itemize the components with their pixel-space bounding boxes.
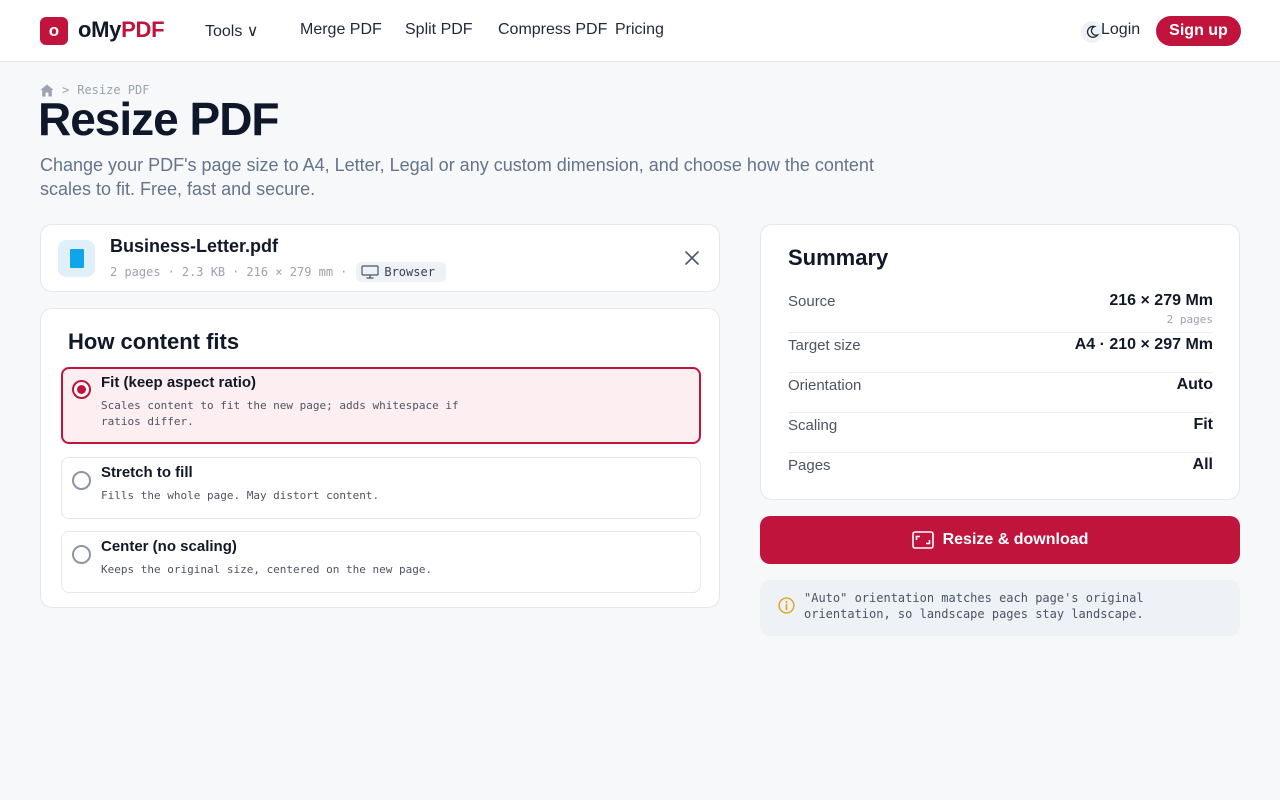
- resize-download-button[interactable]: Resize & download: [760, 516, 1240, 564]
- moon-icon: [1086, 25, 1099, 38]
- meta-dot: ·: [167, 265, 175, 279]
- summary-value: Auto: [1176, 376, 1213, 393]
- fit-options-title: How content fits: [68, 329, 240, 354]
- file-location-badge: Browser: [356, 262, 446, 282]
- top-nav-bar: o oMyPDF Tools ∨ Merge PDF Split PDF Com…: [0, 0, 1280, 62]
- document-icon: [58, 240, 95, 277]
- file-dimensions: 216 × 279 mm: [246, 265, 334, 279]
- summary-row-orientation: Orientation Auto: [788, 376, 1213, 413]
- option-description: Fills the whole page. May distort conten…: [101, 489, 380, 502]
- resize-icon: [911, 531, 934, 549]
- nav-pricing[interactable]: Pricing: [615, 21, 664, 39]
- summary-card: Summary Source 216 × 279 Mm 2 pages Targ…: [760, 224, 1240, 500]
- summary-label: Target size: [788, 337, 861, 354]
- file-size: 2.3 KB: [181, 265, 226, 279]
- radio-selected[interactable]: [72, 380, 91, 399]
- summary-value: 216 × 279 Mm: [1109, 292, 1213, 309]
- summary-label: Source: [788, 293, 836, 310]
- option-description: Keeps the original size, centered on the…: [101, 563, 433, 576]
- file-name: Business-Letter.pdf: [110, 236, 279, 256]
- logo-wordmark[interactable]: oMyPDF: [78, 17, 165, 43]
- monitor-icon: [361, 265, 379, 279]
- login-link[interactable]: Login: [1101, 21, 1140, 39]
- close-icon[interactable]: [684, 250, 700, 266]
- summary-row-target: Target size A4 · 210 × 297 Mm: [788, 336, 1213, 373]
- nav-split-pdf[interactable]: Split PDF: [405, 21, 473, 39]
- radio-unselected[interactable]: [72, 545, 91, 564]
- summary-label: Scaling: [788, 417, 838, 434]
- signup-button[interactable]: Sign up: [1156, 16, 1241, 46]
- fit-option-center[interactable]: Center (no scaling) Keeps the original s…: [61, 531, 701, 593]
- option-label: Center (no scaling): [101, 538, 237, 555]
- nav-compress-pdf[interactable]: Compress PDF: [498, 21, 607, 39]
- summary-row-source: Source 216 × 279 Mm 2 pages: [788, 292, 1213, 333]
- uploaded-file-card: Business-Letter.pdf 2 pages · 2.3 KB · 2…: [40, 224, 720, 292]
- summary-row-pages: Pages All: [788, 456, 1213, 481]
- meta-dot: ·: [232, 265, 240, 279]
- nav-merge-pdf[interactable]: Merge PDF: [300, 21, 382, 39]
- resize-download-label: Resize & download: [942, 531, 1089, 548]
- radio-unselected[interactable]: [72, 471, 91, 490]
- logo-icon[interactable]: o: [40, 17, 68, 45]
- page-title: Resize PDF: [38, 93, 280, 145]
- summary-value: Fit: [1193, 416, 1213, 433]
- orientation-info-note: "Auto" orientation matches each page's o…: [760, 580, 1240, 636]
- file-location-label: Browser: [384, 265, 435, 279]
- file-pages: 2 pages: [110, 265, 161, 279]
- fit-option-stretch[interactable]: Stretch to fill Fills the whole page. Ma…: [61, 457, 701, 519]
- meta-dot: ·: [340, 265, 348, 279]
- fit-options-card: How content fits Fit (keep aspect ratio)…: [40, 308, 720, 608]
- summary-row-scaling: Scaling Fit: [788, 416, 1213, 453]
- summary-subvalue: 2 pages: [1166, 313, 1213, 326]
- summary-label: Orientation: [788, 377, 862, 394]
- info-icon: [778, 597, 795, 614]
- option-label: Stretch to fill: [101, 464, 193, 481]
- summary-label: Pages: [788, 457, 831, 474]
- logo-accent: PDF: [121, 17, 165, 42]
- theme-toggle-button[interactable]: [1081, 21, 1103, 43]
- summary-value: A4 · 210 × 297 Mm: [1074, 336, 1213, 353]
- summary-title: Summary: [788, 245, 889, 270]
- logo-prefix: oMy: [78, 17, 122, 42]
- nav-tools-dropdown[interactable]: Tools ∨: [205, 21, 259, 41]
- info-note-text: "Auto" orientation matches each page's o…: [804, 591, 1144, 621]
- option-label: Fit (keep aspect ratio): [101, 374, 257, 391]
- summary-value: All: [1192, 456, 1213, 473]
- option-description: Scales content to fit the new page; adds…: [101, 399, 459, 428]
- file-meta: 2 pages · 2.3 KB · 216 × 279 mm · Browse…: [110, 262, 446, 282]
- page-description: Change your PDF's page size to A4, Lette…: [40, 155, 874, 199]
- fit-option-keep-aspect[interactable]: Fit (keep aspect ratio) Scales content t…: [61, 367, 701, 444]
